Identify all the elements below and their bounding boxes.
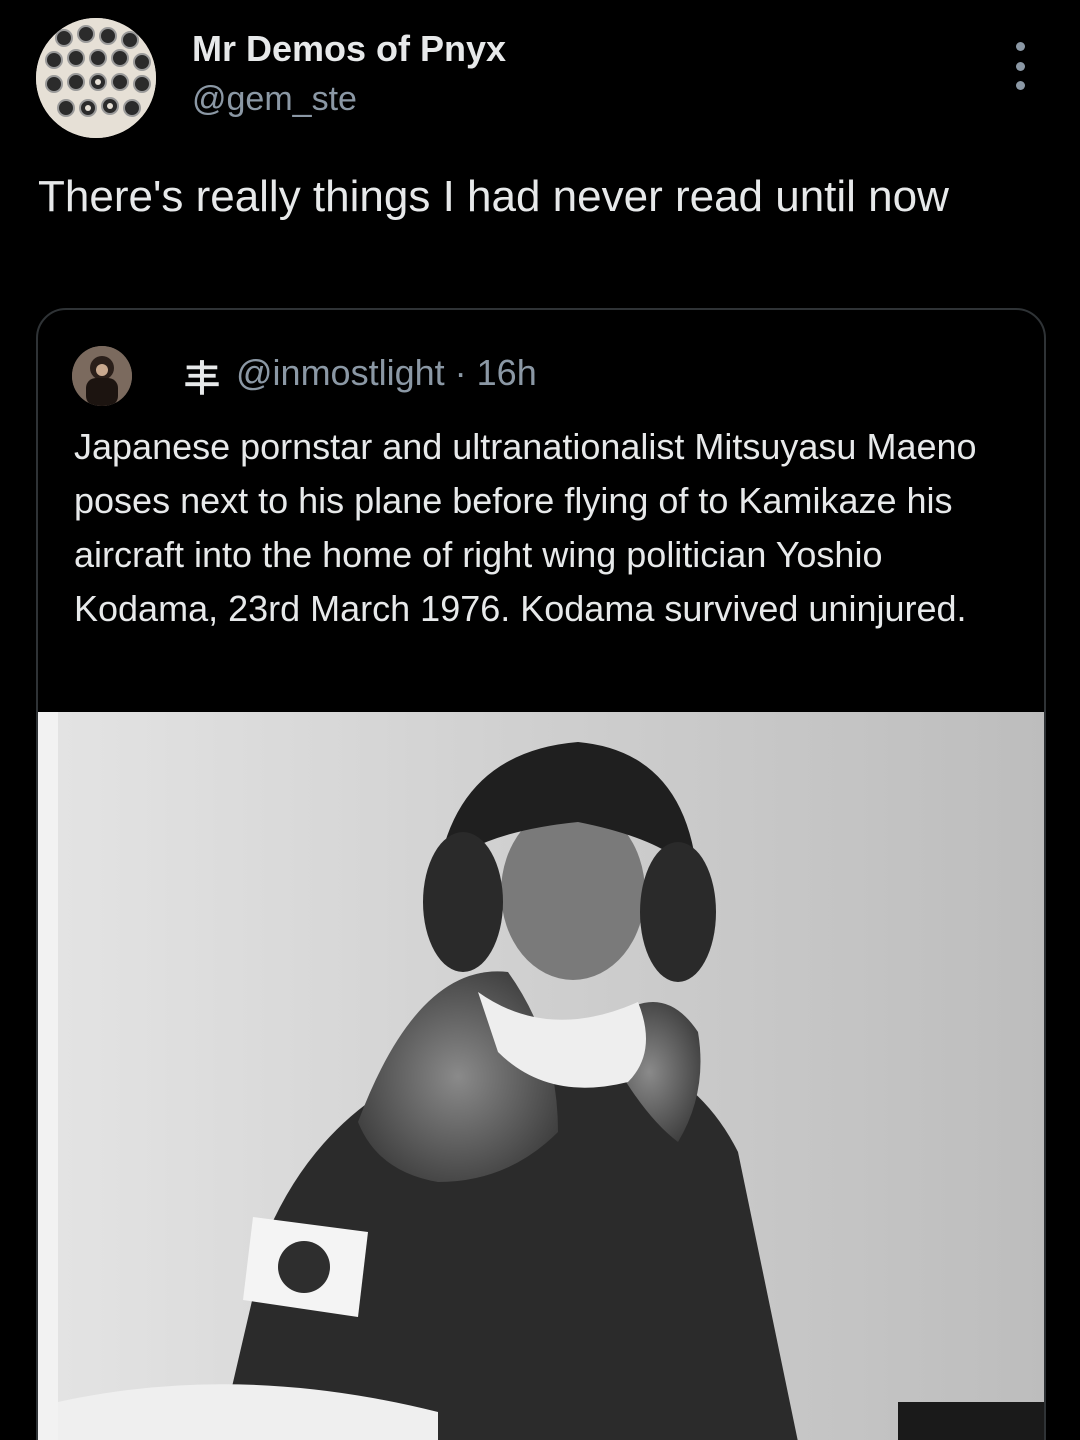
quoted-author-avatar[interactable] [72,346,132,406]
tweet-text: There's really things I had never read u… [38,172,949,221]
quoted-tweet-header: 丰 @inmostlight · 16h [72,344,972,406]
avatar-image [36,18,156,138]
author-display-name[interactable]: Mr Demos of Pnyx [192,28,506,70]
tweet-view: Mr Demos of Pnyx @gem_ste There's really… [0,0,1080,1440]
quoted-tweet-card[interactable]: 丰 @inmostlight · 16h Japanese pornstar a… [36,308,1046,1440]
quoted-timestamp[interactable]: 16h [477,352,537,393]
meta-separator: · [454,352,467,393]
author-handle[interactable]: @gem_ste [192,80,357,119]
tweet-header: Mr Demos of Pnyx @gem_ste [0,0,1080,150]
quoted-author-meta: @inmostlight · 16h [236,352,537,394]
author-avatar[interactable] [36,18,156,138]
quoted-avatar-image [72,346,132,406]
more-dots-icon[interactable] [1002,42,1038,90]
historical-photo-image [38,712,1044,1440]
quoted-tweet-photo[interactable] [38,712,1044,1440]
quoted-author-handle[interactable]: @inmostlight [236,352,445,393]
quoted-tweet-text: Japanese pornstar and ultranationalist M… [74,426,977,629]
quoted-author-name[interactable]: 丰 [184,350,220,402]
